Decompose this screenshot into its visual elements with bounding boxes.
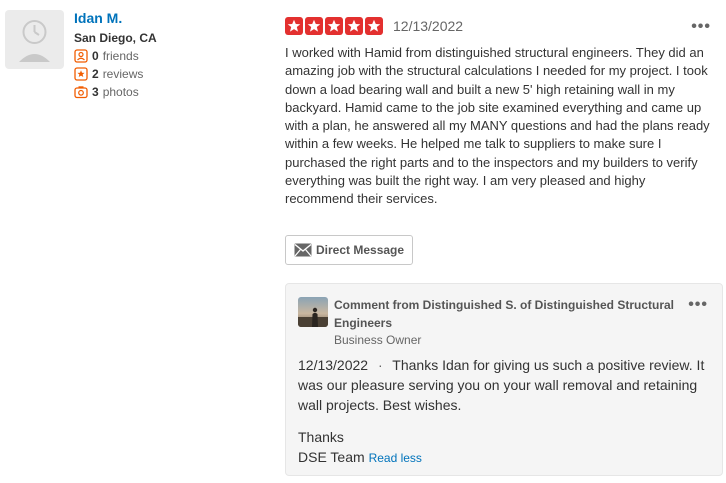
review-star-icon — [74, 67, 88, 81]
rating-star-icon — [325, 17, 343, 35]
friends-count: 0 — [92, 49, 99, 63]
comment-body: 12/13/2022 · Thanks Idan for giving us s… — [298, 355, 713, 415]
more-dots-icon[interactable]: ••• — [691, 18, 711, 36]
user-location: San Diego, CA — [74, 31, 157, 45]
direct-message-button[interactable]: Direct Message — [285, 235, 413, 265]
default-user-icon — [19, 20, 50, 62]
reviews-count: 2 — [92, 67, 99, 81]
comment-signoff: Thanks DSE Team Read less — [298, 427, 422, 468]
friends-label: friends — [102, 49, 139, 63]
business-owner-avatar[interactable] — [298, 297, 328, 327]
signoff-line-2: DSE Team — [298, 449, 365, 465]
photos-count: 3 — [92, 85, 99, 99]
read-less-link[interactable]: Read less — [369, 451, 422, 465]
owner-comment: Comment from Distinguished S. of Disting… — [285, 283, 723, 476]
user-avatar[interactable] — [5, 10, 64, 69]
friends-stat: 0 friends — [74, 49, 157, 63]
reviewer-card: Idan M. San Diego, CA 0 friends 2 review… — [5, 10, 157, 99]
owner-photo-icon — [298, 297, 328, 327]
comment-more-dots-icon[interactable]: ••• — [688, 296, 708, 314]
reviews-label: reviews — [102, 67, 144, 81]
rating-star-icon — [285, 17, 303, 35]
direct-message-label: Direct Message — [316, 243, 405, 257]
camera-icon — [74, 86, 88, 99]
photos-stat: 3 photos — [74, 85, 157, 99]
review-text: I worked with Hamid from distinguished s… — [285, 45, 710, 207]
star-rating — [285, 17, 385, 35]
comment-date: 12/13/2022 — [298, 357, 369, 373]
rating-star-icon — [345, 17, 363, 35]
business-owner-role: Business Owner — [334, 333, 422, 347]
mail-icon — [294, 243, 312, 257]
signoff-line-1: Thanks — [298, 429, 344, 445]
user-name-link[interactable]: Idan M. — [74, 10, 157, 26]
rating-star-icon — [305, 17, 323, 35]
review-date: 12/13/2022 — [393, 18, 464, 34]
reviews-stat: 2 reviews — [74, 67, 157, 81]
rating-row: 12/13/2022 — [285, 16, 715, 36]
friends-icon — [74, 49, 88, 63]
comment-title: Comment from Distinguished S. of Disting… — [334, 298, 675, 330]
comment-separator: · — [377, 357, 383, 373]
photos-label: photos — [102, 85, 139, 99]
review-content: 12/13/2022 ••• I worked with Hamid from … — [285, 16, 715, 209]
rating-star-icon — [365, 17, 383, 35]
